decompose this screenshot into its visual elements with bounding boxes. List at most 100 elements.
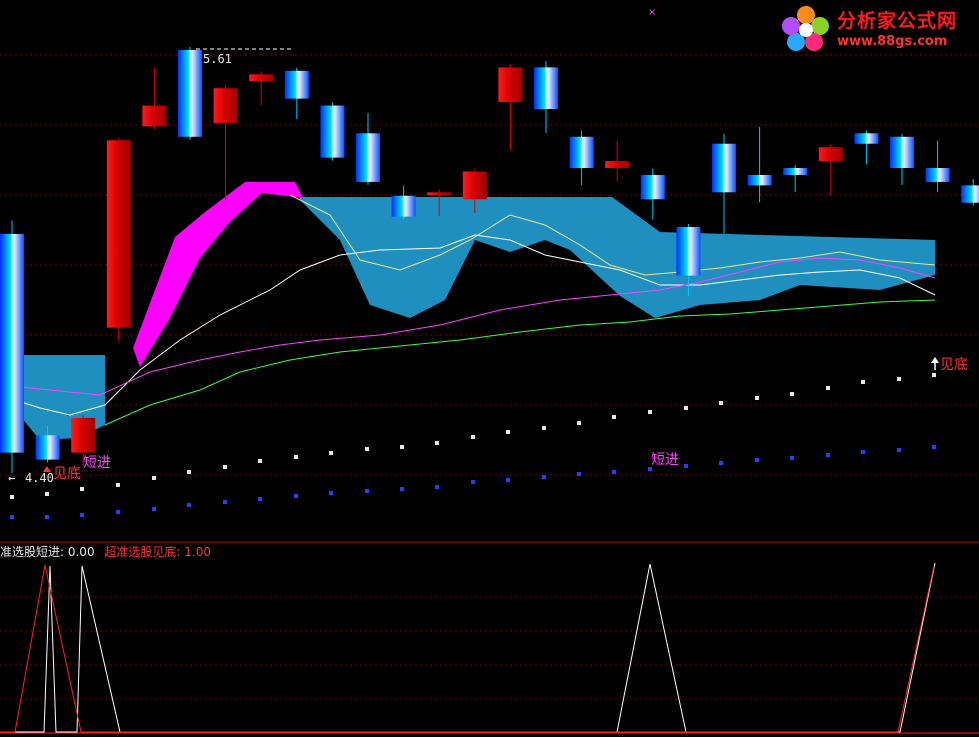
- dot-white: [719, 401, 723, 405]
- candle-body: [391, 195, 416, 217]
- dot-white: [790, 392, 794, 396]
- dot-white: [932, 373, 936, 377]
- up-arrow-icon: [43, 466, 51, 472]
- candle-body: [71, 417, 96, 453]
- dot-white: [400, 445, 404, 449]
- dot-blue: [365, 489, 369, 493]
- candle-body: [712, 143, 736, 193]
- marker-duanjin-2: 短进: [651, 452, 679, 468]
- site-logo: 分析家公式网 www.88gs.com: [779, 4, 971, 54]
- dot-white: [365, 447, 369, 451]
- candle-body: [498, 67, 523, 103]
- support-dots: [10, 373, 936, 519]
- candle-body: [462, 171, 487, 200]
- logo-url: www.88gs.com: [837, 34, 948, 49]
- marker-jiandi-1: 见底: [53, 466, 81, 482]
- dot-blue: [152, 507, 156, 511]
- candle-body: [640, 174, 665, 200]
- chart-stage: 5.61 ← 4.40 短进 短进 见底 见底 ×: [0, 7, 979, 734]
- logo-title: 分析家公式网: [837, 10, 958, 32]
- sub-red-line: [0, 564, 935, 733]
- candle-body: [747, 174, 772, 186]
- dot-blue: [755, 458, 759, 462]
- candle-body: [178, 50, 202, 137]
- sub-indicator-lines: [0, 562, 979, 734]
- magenta-fill: [133, 182, 303, 367]
- candle-body: [213, 88, 238, 123]
- dot-white: [471, 435, 475, 439]
- dot-blue: [577, 472, 581, 476]
- dot-blue: [187, 503, 191, 507]
- candle-body: [569, 136, 594, 169]
- dot-blue: [861, 450, 865, 454]
- dot-white: [223, 465, 227, 469]
- candle-body: [284, 70, 309, 99]
- dot-white: [897, 377, 901, 381]
- sub-panel-legend: 准选股短进: 0.00 超准选股见底: 1.00: [0, 543, 211, 559]
- dot-white: [329, 451, 333, 455]
- dot-white: [684, 406, 688, 410]
- up-arrow-icon: [931, 357, 939, 363]
- candle-body: [676, 227, 701, 276]
- dot-blue: [826, 453, 830, 457]
- dot-white: [10, 495, 14, 499]
- low-arrow: ←: [8, 471, 15, 485]
- dot-blue: [258, 497, 262, 501]
- dot-white: [116, 483, 120, 487]
- candle-body: [961, 185, 979, 203]
- dot-white: [152, 476, 156, 480]
- sub-white-line: [0, 562, 936, 733]
- dot-blue: [719, 461, 723, 465]
- candle-body: [854, 133, 879, 144]
- dot-white: [577, 421, 581, 425]
- candle-body: [605, 161, 630, 169]
- high-price-label: 5.61: [203, 52, 232, 66]
- candle-body: [320, 105, 345, 158]
- dot-blue: [897, 448, 901, 452]
- dot-blue: [223, 500, 227, 504]
- dot-blue: [542, 475, 546, 479]
- candle-body: [0, 233, 24, 453]
- dot-white: [826, 386, 830, 390]
- low-price-label: 4.40: [25, 471, 54, 485]
- candle-body: [818, 147, 843, 162]
- dot-blue: [45, 515, 49, 519]
- candle-body: [427, 192, 452, 196]
- marker-duanjin-1: 短进: [83, 455, 111, 471]
- candle-body: [142, 105, 167, 127]
- flower-icon: [782, 6, 829, 51]
- candle-body: [106, 140, 131, 328]
- small-cross-mark: ×: [648, 7, 656, 18]
- dot-white: [755, 396, 759, 400]
- candle-body: [249, 74, 274, 82]
- magenta-area: [133, 182, 303, 367]
- candle-body: [356, 133, 380, 182]
- dot-white: [258, 459, 262, 463]
- dot-blue: [329, 491, 333, 495]
- dot-white: [435, 441, 439, 445]
- legend-jiandi: 超准选股见底: 1.00: [104, 545, 211, 559]
- dot-white: [861, 380, 865, 384]
- marker-jiandi-2: 见底: [940, 357, 968, 373]
- dot-blue: [932, 445, 936, 449]
- dot-white: [542, 426, 546, 430]
- dot-blue: [790, 456, 794, 460]
- candle-body: [534, 67, 558, 110]
- dot-white: [648, 410, 652, 414]
- sub-grid: [0, 596, 979, 700]
- dot-blue: [294, 494, 298, 498]
- ma-green-line: [104, 299, 936, 426]
- dot-blue: [116, 510, 120, 514]
- dot-blue: [435, 485, 439, 489]
- dot-white: [612, 415, 616, 419]
- candle-body: [783, 168, 808, 175]
- candle-body: [925, 168, 950, 182]
- dot-blue: [80, 513, 84, 517]
- candle-body: [35, 435, 60, 460]
- dot-blue: [10, 515, 14, 519]
- dot-white: [187, 470, 191, 474]
- dot-white: [294, 455, 298, 459]
- dot-white: [506, 430, 510, 434]
- dot-blue: [612, 470, 616, 474]
- candle-body: [890, 136, 914, 169]
